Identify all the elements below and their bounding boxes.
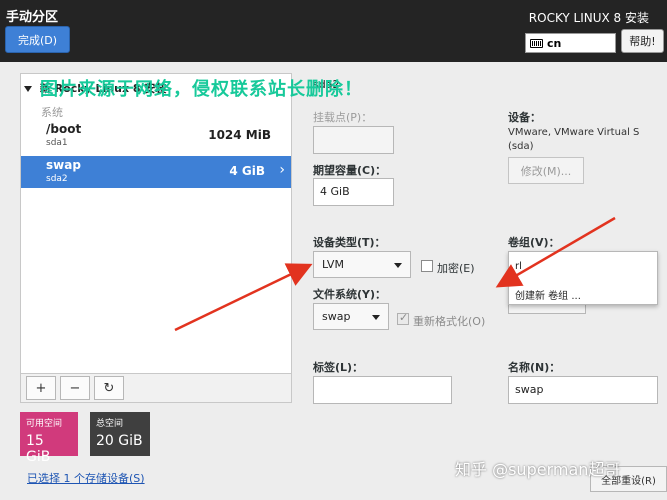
done-button[interactable]: 完成(D) (5, 26, 70, 53)
tag-field[interactable] (313, 376, 452, 404)
watermark-text: 图片来源于网络，侵权联系站长删除！ (40, 79, 363, 100)
chevron-down-icon (372, 315, 380, 320)
total-space-label: 总空间 (96, 419, 124, 429)
chevron-right-icon: › (279, 162, 285, 178)
mount-toolbar: + − ↻ (20, 373, 292, 403)
available-space-label: 可用空间 (26, 419, 63, 429)
zhihu-watermark: 知乎 @superman超哥 (455, 460, 621, 479)
mount-size: 4 GiB (229, 164, 265, 178)
refresh-icon[interactable]: ↻ (94, 376, 124, 400)
vg-option-create-new[interactable]: 创建新 卷组 ... (515, 287, 581, 302)
section-label-system: 系统 (41, 106, 63, 119)
filesystem-value: swap (322, 310, 351, 323)
header-bar: 手动分区 完成(D) ROCKY LINUX 8 安装 cn 帮助! (0, 0, 667, 62)
encrypt-label: 加密(E) (437, 262, 475, 275)
mount-size: 1024 MiB (208, 128, 271, 142)
product-title: ROCKY LINUX 8 安装 (528, 11, 649, 25)
reformat-checkbox[interactable] (397, 311, 409, 325)
keyboard-icon (530, 38, 543, 48)
device-info: VMware, VMware Virtual S (sda) (508, 127, 640, 152)
name-field[interactable]: swap (508, 376, 658, 404)
mount-point-list: 新 Rocky Linux 8 安装 系统 /boot sda1 1024 Mi… (20, 73, 292, 403)
total-space-value: 20 GiB (96, 433, 143, 449)
page-title: 手动分区 (6, 10, 59, 25)
keyboard-layout-indicator[interactable]: cn (525, 33, 616, 53)
available-space-box: 可用空间 15 GiB (20, 412, 78, 465)
add-mount-button[interactable]: + (26, 376, 56, 400)
available-space-value: 15 GiB (26, 433, 51, 465)
total-space-box: 总空间 20 GiB (90, 412, 150, 456)
capacity-label: 期望容量(C)： (313, 164, 387, 177)
modify-button[interactable]: 修改(M)... (508, 157, 584, 184)
help-button[interactable]: 帮助! (621, 29, 664, 53)
device-type-value: LVM (322, 258, 344, 271)
tag-label: 标签(L)： (313, 361, 364, 374)
volume-group-label: 卷组(V)： (508, 236, 560, 249)
mount-row-boot[interactable]: /boot sda1 1024 MiB (21, 120, 291, 152)
encrypt-checkbox[interactable] (421, 260, 433, 272)
expand-triangle-icon (24, 86, 32, 92)
mount-point-label: 挂载点(P)： (313, 111, 373, 124)
vg-option-rl[interactable]: rl (515, 261, 522, 272)
capacity-field[interactable]: 4 GiB (313, 178, 394, 206)
name-label: 名称(N)： (508, 361, 561, 374)
keyboard-layout-label: cn (547, 36, 562, 50)
mount-name: /boot (46, 122, 82, 136)
remove-mount-button[interactable]: − (60, 376, 90, 400)
volume-group-dropdown[interactable]: rl 创建新 卷组 ... (508, 251, 658, 305)
device-type-label: 设备类型(T)： (313, 236, 386, 249)
mount-row-swap[interactable]: swap sda2 4 GiB › (21, 156, 291, 188)
chevron-down-icon (394, 263, 402, 268)
filesystem-combo[interactable]: swap (313, 303, 389, 330)
device-label: 设备： (508, 111, 541, 124)
mount-device: sda1 (46, 138, 68, 148)
selected-storage-link[interactable]: 已选择 1 个存储设备(S) (27, 470, 145, 486)
mount-device: sda2 (46, 174, 68, 184)
filesystem-label: 文件系统(Y)： (313, 288, 387, 301)
device-type-combo[interactable]: LVM (313, 251, 411, 278)
mount-name: swap (46, 158, 81, 172)
reformat-label: 重新格式化(O) (413, 315, 486, 328)
mount-point-field[interactable] (313, 126, 394, 154)
